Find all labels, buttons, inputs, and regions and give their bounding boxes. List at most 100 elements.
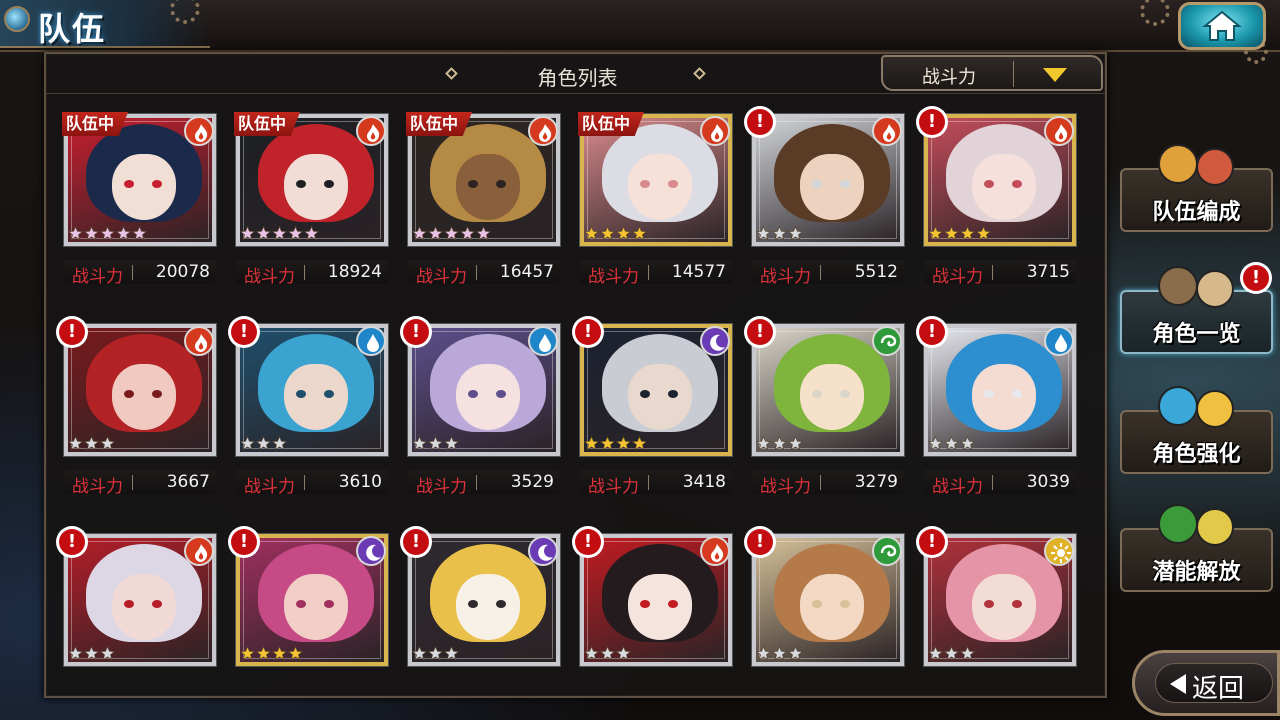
water-icon-glyph bbox=[367, 334, 379, 352]
fire-icon bbox=[528, 116, 558, 146]
rarity-stars bbox=[412, 226, 491, 242]
character-card[interactable]: ! bbox=[916, 316, 1077, 457]
character-enhance-button[interactable]: 角色强化 bbox=[1120, 386, 1273, 474]
sort-dropdown[interactable]: 战斗力 bbox=[881, 55, 1103, 91]
star-icon bbox=[68, 436, 83, 451]
character-card[interactable]: ! bbox=[916, 106, 1077, 247]
character-card[interactable]: ! bbox=[400, 526, 561, 667]
exclamation-icon: ! bbox=[747, 109, 773, 135]
star-icon bbox=[68, 646, 83, 661]
exclamation-icon: ! bbox=[59, 529, 85, 555]
power-row: 战斗力 3039 bbox=[924, 470, 1076, 497]
fire-icon bbox=[1044, 116, 1074, 146]
power-value: 3529 bbox=[510, 472, 554, 492]
exclamation-icon: ! bbox=[403, 319, 429, 345]
rarity-stars bbox=[412, 436, 459, 452]
star-icon bbox=[632, 436, 647, 451]
star-icon bbox=[240, 646, 255, 661]
alert-icon: ! bbox=[228, 526, 260, 558]
character-card[interactable]: ! bbox=[744, 106, 905, 247]
character-card[interactable]: 队伍中 bbox=[406, 112, 561, 247]
character-card[interactable]: ! bbox=[228, 526, 389, 667]
power-row: 战斗力 3418 bbox=[580, 470, 732, 497]
in-team-badge: 队伍中 bbox=[62, 112, 129, 136]
star-icon bbox=[428, 646, 443, 661]
exclamation-icon: ! bbox=[59, 319, 85, 345]
power-value: 18924 bbox=[327, 262, 382, 282]
water-icon-glyph bbox=[539, 334, 551, 352]
character-card[interactable]: ! bbox=[400, 316, 561, 457]
star-icon bbox=[928, 226, 943, 241]
team-formation-button[interactable]: 队伍编成 bbox=[1120, 144, 1273, 232]
star-icon bbox=[240, 436, 255, 451]
fire-icon-glyph bbox=[539, 124, 552, 142]
fire-icon-glyph bbox=[195, 124, 208, 142]
exclamation-icon: ! bbox=[747, 529, 773, 555]
star-icon bbox=[960, 436, 975, 451]
exclamation-icon: ! bbox=[747, 319, 773, 345]
star-icon bbox=[600, 646, 615, 661]
rarity-stars bbox=[412, 646, 459, 662]
potential-unlock-button[interactable]: 潜能解放 bbox=[1120, 504, 1273, 592]
character-card[interactable]: 队伍中 bbox=[578, 112, 733, 247]
power-label: 战斗力 bbox=[760, 477, 811, 497]
star-icon bbox=[288, 226, 303, 241]
divider bbox=[820, 475, 821, 490]
star-icon bbox=[412, 226, 427, 241]
power-value: 5512 bbox=[854, 262, 898, 282]
character-card[interactable]: ! bbox=[744, 526, 905, 667]
star-icon bbox=[600, 436, 615, 451]
power-row: 战斗力 3715 bbox=[924, 260, 1076, 287]
fire-icon-glyph bbox=[711, 544, 724, 562]
character-card[interactable]: ! bbox=[572, 316, 733, 457]
star-icon bbox=[460, 226, 475, 241]
panel-header: 角色列表 战斗力 bbox=[46, 54, 1105, 94]
star-icon bbox=[84, 436, 99, 451]
divider bbox=[820, 265, 821, 280]
character-card[interactable]: 队伍中 bbox=[234, 112, 389, 247]
star-icon bbox=[944, 226, 959, 241]
page-title: 队伍 bbox=[38, 10, 107, 48]
power-label: 战斗力 bbox=[416, 477, 467, 497]
star-icon bbox=[772, 226, 787, 241]
character-card[interactable]: ! bbox=[228, 316, 389, 457]
divider bbox=[648, 475, 649, 490]
alert-icon: ! bbox=[916, 106, 948, 138]
menu-label: 潜能解放 bbox=[1152, 560, 1241, 585]
power-row: 战斗力 16457 bbox=[408, 260, 560, 287]
character-card[interactable]: 队伍中 bbox=[62, 112, 217, 247]
alert-icon: ! bbox=[1240, 262, 1272, 294]
star-icon bbox=[272, 646, 287, 661]
water-icon bbox=[528, 326, 558, 356]
power-label: 战斗力 bbox=[416, 267, 467, 287]
star-icon bbox=[444, 226, 459, 241]
chevron-down-icon[interactable] bbox=[1043, 68, 1067, 82]
star-icon bbox=[256, 226, 271, 241]
divider bbox=[1013, 61, 1014, 87]
rarity-stars bbox=[68, 646, 115, 662]
character-card[interactable]: ! bbox=[916, 526, 1077, 667]
home-button[interactable] bbox=[1178, 2, 1266, 50]
divider bbox=[304, 475, 305, 490]
fire-icon bbox=[356, 116, 386, 146]
star-icon bbox=[240, 226, 255, 241]
star-icon bbox=[100, 226, 115, 241]
rarity-stars bbox=[584, 436, 647, 452]
back-label: 返回 bbox=[1192, 674, 1245, 704]
divider bbox=[476, 475, 477, 490]
character-card[interactable]: ! bbox=[572, 526, 733, 667]
character-list-button[interactable]: 角色一览! bbox=[1120, 262, 1273, 354]
character-card[interactable]: ! bbox=[56, 316, 217, 457]
star-icon bbox=[100, 436, 115, 451]
divider bbox=[132, 265, 133, 280]
menu-art-icon bbox=[1152, 504, 1242, 554]
character-card[interactable]: ! bbox=[744, 316, 905, 457]
character-card[interactable]: ! bbox=[56, 526, 217, 667]
alert-icon: ! bbox=[744, 106, 776, 138]
divider bbox=[476, 265, 477, 280]
fire-icon bbox=[184, 326, 214, 356]
orb-icon bbox=[4, 6, 30, 32]
back-button[interactable]: 返回 bbox=[1132, 650, 1280, 716]
power-value: 3418 bbox=[682, 472, 726, 492]
fire-icon-glyph bbox=[1055, 124, 1068, 142]
